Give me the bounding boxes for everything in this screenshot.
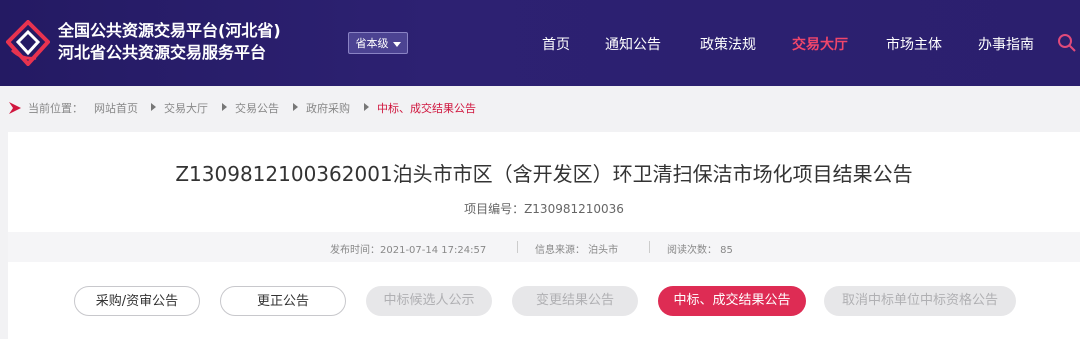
breadcrumb-prefix: 当前位置： bbox=[28, 102, 83, 115]
level-dropdown-label: 省本级 bbox=[355, 37, 389, 50]
breadcrumb-separator-icon bbox=[151, 103, 156, 111]
site-title-line1: 全国公共资源交易平台(河北省) bbox=[58, 21, 281, 40]
tab-correction-notice[interactable]: 更正公告 bbox=[220, 286, 346, 316]
nav-item-market-entities[interactable]: 市场主体 bbox=[886, 34, 942, 54]
notice-title: Z1309812100362001泊头市市区（含开发区）环卫清扫保洁市场化项目结… bbox=[175, 162, 913, 186]
meta-divider bbox=[517, 241, 518, 253]
breadcrumb-trading-hall[interactable]: 交易大厅 bbox=[164, 100, 208, 116]
tab-cancel-award-notice: 取消中标单位中标资格公告 bbox=[824, 286, 1016, 316]
breadcrumb-government-procurement[interactable]: 政府采购 bbox=[306, 100, 350, 116]
notice-meta-bar: 发布时间：2021-07-14 17:24:57 信息来源： 泊头市 阅读次数：… bbox=[8, 232, 1080, 262]
project-number: 项目编号：Z130981210036 bbox=[464, 202, 624, 216]
nav-item-guide[interactable]: 办事指南 bbox=[978, 34, 1034, 54]
tab-change-result-notice: 变更结果公告 bbox=[512, 286, 638, 316]
site-title-line2: 河北省公共资源交易服务平台 bbox=[58, 43, 267, 62]
nav-item-policies[interactable]: 政策法规 bbox=[700, 34, 756, 54]
site-logo-icon[interactable] bbox=[6, 20, 50, 66]
tab-award-result-notice[interactable]: 中标、成交结果公告 bbox=[658, 286, 806, 316]
breadcrumb-trading-notices[interactable]: 交易公告 bbox=[235, 100, 279, 116]
tab-procurement-notice[interactable]: 采购/资审公告 bbox=[74, 286, 200, 316]
nav-item-notices[interactable]: 通知公告 bbox=[605, 34, 661, 54]
level-dropdown[interactable]: 省本级 bbox=[348, 32, 408, 54]
chevron-down-icon bbox=[392, 41, 401, 47]
search-icon[interactable] bbox=[1057, 33, 1077, 53]
publish-time: 发布时间：2021-07-14 17:24:57 bbox=[330, 245, 487, 256]
breadcrumb: 当前位置： 网站首页 交易大厅 交易公告 政府采购 中标、成交结果公告 bbox=[0, 86, 1080, 132]
nav-item-trading-hall[interactable]: 交易大厅 bbox=[792, 34, 848, 54]
breadcrumb-separator-icon bbox=[364, 103, 369, 111]
notice-card: Z1309812100362001泊头市市区（含开发区）环卫清扫保洁市场化项目结… bbox=[8, 132, 1080, 339]
tab-bid-candidate-notice: 中标候选人公示 bbox=[366, 286, 492, 316]
view-count: 阅读次数： 85 bbox=[667, 245, 733, 256]
nav-item-home[interactable]: 首页 bbox=[542, 34, 570, 54]
site-header: 全国公共资源交易平台(河北省) 河北省公共资源交易服务平台 省本级 首页 通知公… bbox=[0, 0, 1080, 86]
breadcrumb-current: 中标、成交结果公告 bbox=[377, 102, 476, 115]
site-title[interactable]: 全国公共资源交易平台(河北省) 河北省公共资源交易服务平台 bbox=[58, 20, 281, 64]
location-arrow-icon bbox=[9, 102, 21, 114]
info-source: 信息来源： 泊头市 bbox=[535, 245, 619, 256]
breadcrumb-separator-icon bbox=[293, 103, 298, 111]
breadcrumb-home[interactable]: 网站首页 bbox=[94, 100, 138, 116]
breadcrumb-separator-icon bbox=[222, 103, 227, 111]
meta-divider bbox=[649, 241, 650, 253]
